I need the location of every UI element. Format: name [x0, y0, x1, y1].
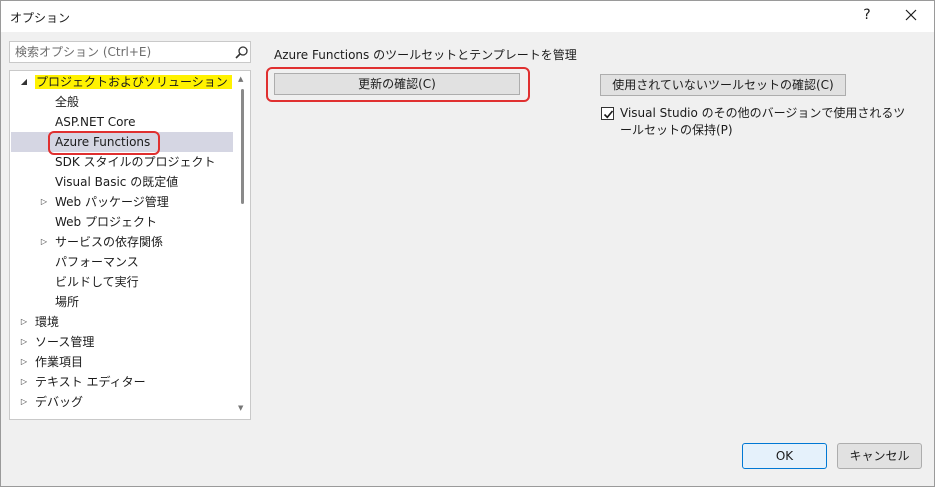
- tree-item[interactable]: SDK スタイルのプロジェクト: [11, 152, 233, 172]
- tree-item-text: Web パッケージ管理: [55, 195, 169, 209]
- tree-item-text: 環境: [35, 315, 60, 329]
- tree-item-text: Visual Basic の既定値: [55, 175, 179, 189]
- close-icon: [905, 9, 917, 21]
- checkmark-icon: [603, 110, 614, 119]
- tree-item-text: パフォーマンス: [55, 255, 139, 269]
- panel-heading: Azure Functions のツールセットとテンプレートを管理: [274, 48, 577, 62]
- tree-item[interactable]: パフォーマンス: [11, 252, 233, 272]
- scroll-up-icon[interactable]: ▲: [238, 75, 243, 83]
- keep-toolsets-label: Visual Studio のその他のバージョンで使用されるツールセットの保持(…: [620, 106, 906, 137]
- tree-item-label: テキスト エディター: [35, 372, 146, 392]
- tree-item[interactable]: ▷ 環境: [11, 312, 233, 332]
- tree-item-label: プロジェクトおよびソリューション: [35, 72, 232, 92]
- tree-item-text: ASP.NET Core: [55, 115, 136, 129]
- tree-item-text: プロジェクトおよびソリューション: [35, 75, 232, 89]
- tree-item[interactable]: ▷ Web パッケージ管理: [11, 192, 233, 212]
- search-icon[interactable]: [234, 45, 249, 60]
- options-dialog: オプション ? ▲ ▼ ◢ プロジェクトおよびソリューション全般 ASP.NET C…: [0, 0, 935, 487]
- close-button[interactable]: [903, 7, 919, 23]
- check-updates-button[interactable]: 更新の確認(C): [274, 73, 520, 95]
- tree-item[interactable]: ◢ プロジェクトおよびソリューション: [11, 72, 233, 92]
- tree-item[interactable]: ▷ デバッグ: [11, 392, 233, 412]
- tree-item-label: Web プロジェクト: [55, 212, 157, 232]
- collapsed-arrow-icon[interactable]: ▷: [19, 372, 29, 392]
- tree-item-text: 全般: [55, 95, 80, 109]
- tree-item-label: ソース管理: [35, 332, 94, 352]
- collapsed-arrow-icon[interactable]: ▷: [19, 312, 29, 332]
- tree-item-text: デバッグ: [35, 395, 84, 409]
- tree-item-label: パフォーマンス: [55, 252, 139, 272]
- tree-item-label: SDK スタイルのプロジェクト: [55, 152, 216, 172]
- search-box: [9, 41, 251, 63]
- ok-button[interactable]: OK: [742, 443, 827, 469]
- tree-item-label: デバッグ: [35, 392, 83, 412]
- collapsed-arrow-icon[interactable]: ▷: [39, 232, 49, 252]
- tree-item[interactable]: ▷ サービスの依存関係: [11, 232, 233, 252]
- tree-item[interactable]: Visual Basic の既定値: [11, 172, 233, 192]
- tree-item-text: ソース管理: [35, 335, 95, 349]
- tree-item-text: Web プロジェクト: [55, 215, 157, 229]
- help-button[interactable]: ?: [859, 7, 875, 23]
- tree-item-label: ビルドして実行: [55, 272, 139, 292]
- tree-item-text: サービスの依存関係: [55, 235, 164, 249]
- options-tree: ▲ ▼ ◢ プロジェクトおよびソリューション 全般 ASP.NET Core Azure…: [9, 70, 251, 420]
- scroll-down-icon[interactable]: ▼: [238, 404, 243, 412]
- collapsed-arrow-icon[interactable]: ▷: [19, 392, 29, 412]
- search-input[interactable]: [10, 42, 226, 62]
- collapsed-arrow-icon[interactable]: ▷: [19, 352, 29, 372]
- annotation-outline-tree: [48, 131, 160, 155]
- tree-item-text: SDK スタイルのプロジェクト: [55, 155, 216, 169]
- tree-item-text: テキスト エディター: [35, 375, 146, 389]
- collapsed-arrow-icon[interactable]: ▷: [19, 332, 29, 352]
- keep-toolsets-checkbox[interactable]: [601, 107, 614, 120]
- tree-item-label: サービスの依存関係: [55, 232, 163, 252]
- tree-item[interactable]: 場所: [11, 292, 233, 312]
- tree-item-label: 作業項目: [35, 352, 83, 372]
- title-bar: オプション ?: [1, 1, 934, 32]
- tree-item[interactable]: ▷ 作業項目: [11, 352, 233, 372]
- tree-item-label: 環境: [35, 312, 59, 332]
- collapsed-arrow-icon[interactable]: ▷: [39, 192, 49, 212]
- check-unused-toolsets-button[interactable]: 使用されていないツールセットの確認(C): [600, 74, 846, 96]
- tree-item[interactable]: ビルドして実行: [11, 272, 233, 292]
- tree-item-label: ASP.NET Core: [55, 112, 135, 132]
- cancel-button[interactable]: キャンセル: [837, 443, 922, 469]
- tree-item[interactable]: 全般: [11, 92, 233, 112]
- tree-item-text: 場所: [55, 295, 80, 309]
- tree-item-text: ビルドして実行: [55, 275, 139, 289]
- tree-item-label: Web パッケージ管理: [55, 192, 169, 212]
- expanded-arrow-icon[interactable]: ◢: [19, 72, 29, 92]
- tree-item-label: 全般: [55, 92, 79, 112]
- dialog-title: オプション: [10, 11, 71, 25]
- tree-item[interactable]: ▷ ソース管理: [11, 332, 233, 352]
- tree-item[interactable]: ASP.NET Core: [11, 112, 233, 132]
- tree-item[interactable]: Web プロジェクト: [11, 212, 233, 232]
- tree-item-text: 作業項目: [35, 355, 84, 369]
- scrollbar-thumb[interactable]: [241, 89, 244, 204]
- tree-item-label: 場所: [55, 292, 79, 312]
- tree-item[interactable]: ▷ テキスト エディター: [11, 372, 233, 392]
- tree-item-label: Visual Basic の既定値: [55, 172, 178, 192]
